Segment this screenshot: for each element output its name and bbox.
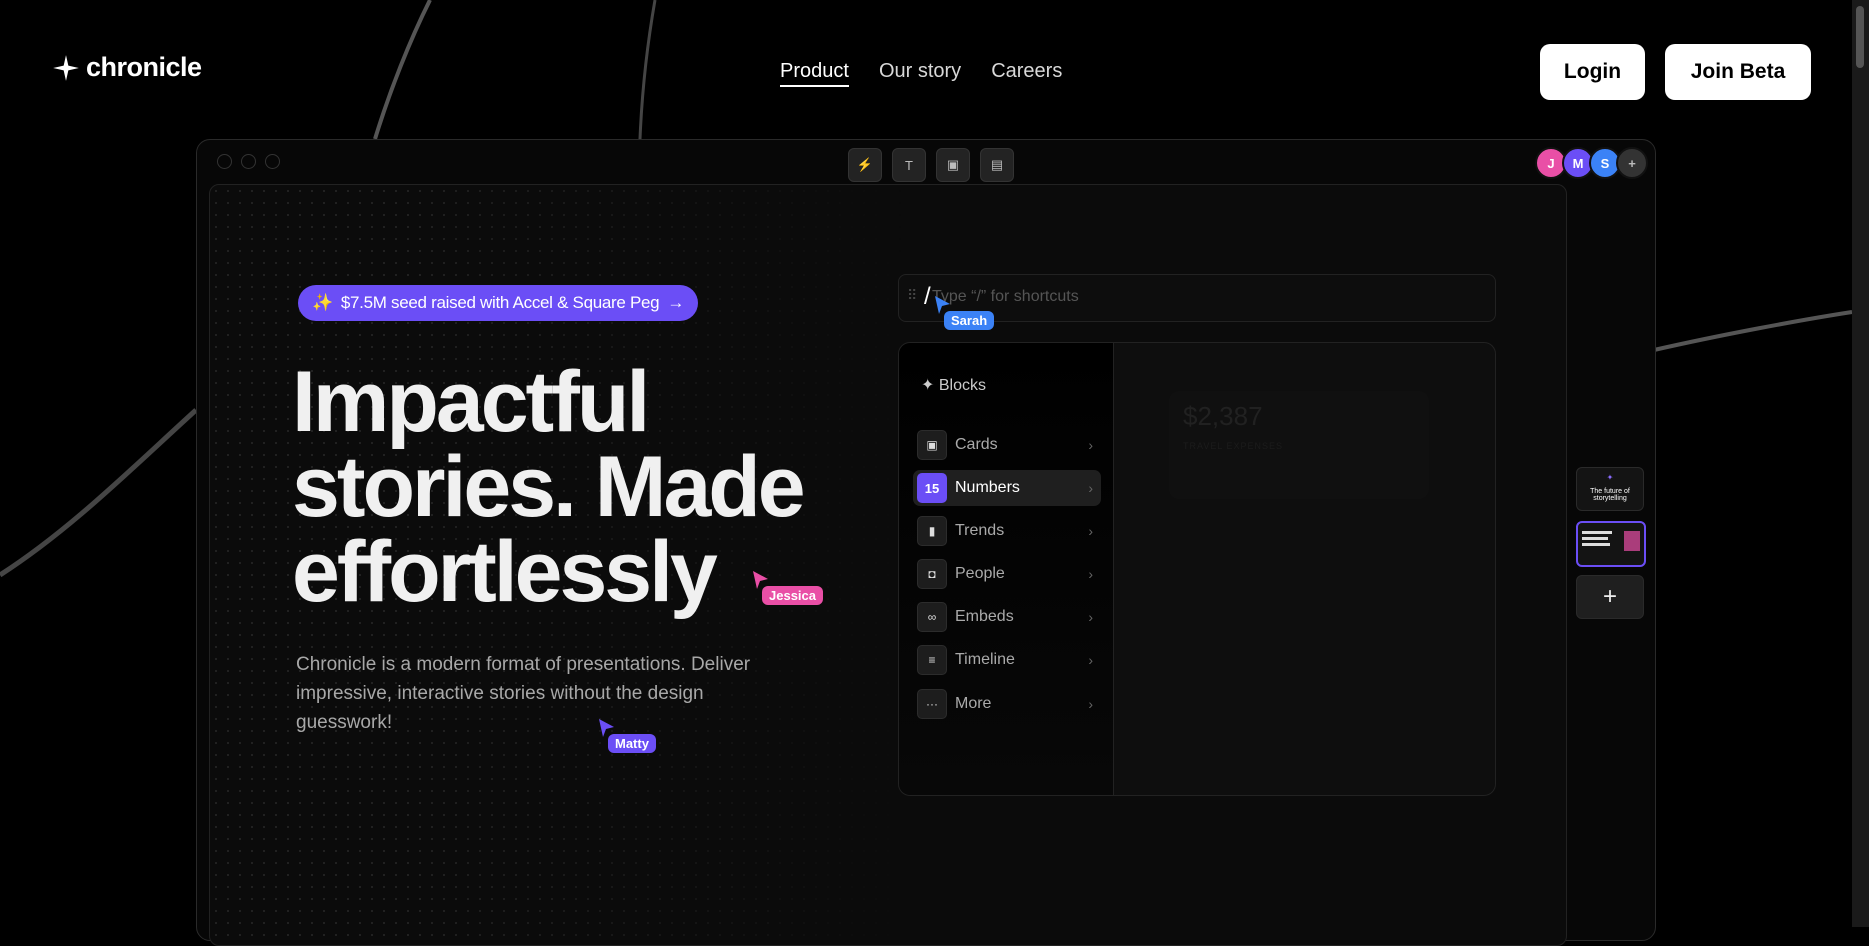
chevron-right-icon: › [1088, 566, 1093, 582]
sparkles-icon: ✨ [312, 293, 333, 312]
cursor-jessica: Jessica [752, 570, 823, 605]
slide-thumbnail[interactable]: ✦ The future of storytelling [1576, 467, 1644, 511]
slash-character: / [924, 283, 931, 310]
numbers-icon: 15 [917, 473, 947, 503]
cursor-label: Jessica [762, 586, 823, 605]
menu-item-label: Numbers [955, 479, 1020, 496]
layout-icon[interactable]: ▤ [980, 148, 1014, 182]
timeline-icon: ≡ [917, 645, 947, 675]
person-icon: ◘ [917, 559, 947, 589]
menu-item-label: Timeline [955, 651, 1015, 668]
cursor-label: Matty [608, 734, 656, 753]
join-beta-button[interactable]: Join Beta [1665, 44, 1811, 100]
chevron-right-icon: › [1088, 652, 1093, 668]
text-icon[interactable]: T [892, 148, 926, 182]
menu-item-label: People [955, 565, 1005, 582]
nav-product[interactable]: Product [780, 60, 849, 87]
chevron-right-icon: › [1088, 480, 1093, 496]
main-nav: Product Our story Careers [780, 60, 1062, 87]
blocks-menu: ✦ Blocks ▣ Cards › 15 Numbers › ▮ Trends… [899, 343, 1114, 795]
menu-item-more[interactable]: ··· More › [913, 686, 1101, 722]
menu-item-numbers[interactable]: 15 Numbers › [913, 470, 1101, 506]
page-scrollbar[interactable] [1852, 0, 1869, 927]
menu-item-embeds[interactable]: ∞ Embeds › [913, 599, 1101, 635]
arrow-right-icon: → [667, 293, 685, 312]
sparkle-icon [53, 54, 79, 81]
add-slide-button[interactable]: + [1576, 575, 1644, 619]
thumbnail-title: The future of storytelling [1590, 488, 1630, 502]
bolt-icon[interactable]: ⚡ [848, 148, 882, 182]
chevron-right-icon: › [1088, 523, 1093, 539]
brand-name: chronicle [86, 52, 202, 82]
cursor-matty: Matty [598, 718, 656, 753]
window-controls [217, 154, 280, 169]
nav-careers[interactable]: Careers [991, 60, 1062, 87]
menu-item-label: Embeds [955, 608, 1014, 625]
headline-line: stories. Made [292, 439, 806, 535]
menu-item-label: Cards [955, 436, 998, 453]
slide-thumbnail-active[interactable] [1576, 521, 1646, 567]
chevron-right-icon: › [1088, 609, 1093, 625]
menu-item-label: Trends [955, 522, 1005, 539]
block-preview: $2,387 TRAVEL EXPENSES [1113, 343, 1495, 795]
image-icon[interactable]: ▣ [936, 148, 970, 182]
cursor-label: Sarah [944, 311, 995, 330]
preview-value: $2,387 [1183, 401, 1263, 431]
menu-item-label: More [955, 695, 992, 712]
cursor-sarah: Sarah [934, 295, 995, 330]
announcement-text: $7.5M seed raised with Accel & Square Pe… [340, 293, 660, 312]
image-icon: ▣ [917, 430, 947, 460]
add-collaborator-button[interactable]: + [1616, 147, 1648, 179]
brand-logo[interactable]: chronicle [52, 52, 202, 83]
menu-item-timeline[interactable]: ≡ Timeline › [913, 642, 1101, 678]
nav-our-story[interactable]: Our story [879, 60, 961, 87]
menu-item-people[interactable]: ◘ People › [913, 556, 1101, 592]
preview-label: TRAVEL EXPENSES [1183, 441, 1284, 451]
headline-line: Impactful [292, 354, 650, 450]
login-button[interactable]: Login [1540, 44, 1645, 100]
more-icon: ··· [917, 689, 947, 719]
chevron-right-icon: › [1088, 437, 1093, 453]
link-icon: ∞ [917, 602, 947, 632]
menu-item-cards[interactable]: ▣ Cards › [913, 427, 1101, 463]
blocks-panel: ✦ Blocks ▣ Cards › 15 Numbers › ▮ Trends… [898, 342, 1496, 796]
drag-handle-icon[interactable]: ⠿ [907, 287, 917, 304]
editor-toolbar: ⚡ T ▣ ▤ [848, 148, 1014, 182]
collaborator-avatars: J M S + [1535, 147, 1648, 179]
menu-item-trends[interactable]: ▮ Trends › [913, 513, 1101, 549]
bar-chart-icon: ▮ [917, 516, 947, 546]
blocks-menu-title: ✦ Blocks [921, 377, 986, 394]
announcement-pill[interactable]: ✨ $7.5M seed raised with Accel & Square … [298, 285, 699, 321]
chevron-right-icon: › [1088, 696, 1093, 712]
number-card-preview: $2,387 TRAVEL EXPENSES [1169, 391, 1429, 499]
sparkle-icon: ✦ [1606, 473, 1614, 482]
hero-subtitle: Chronicle is a modern format of presenta… [296, 654, 751, 733]
